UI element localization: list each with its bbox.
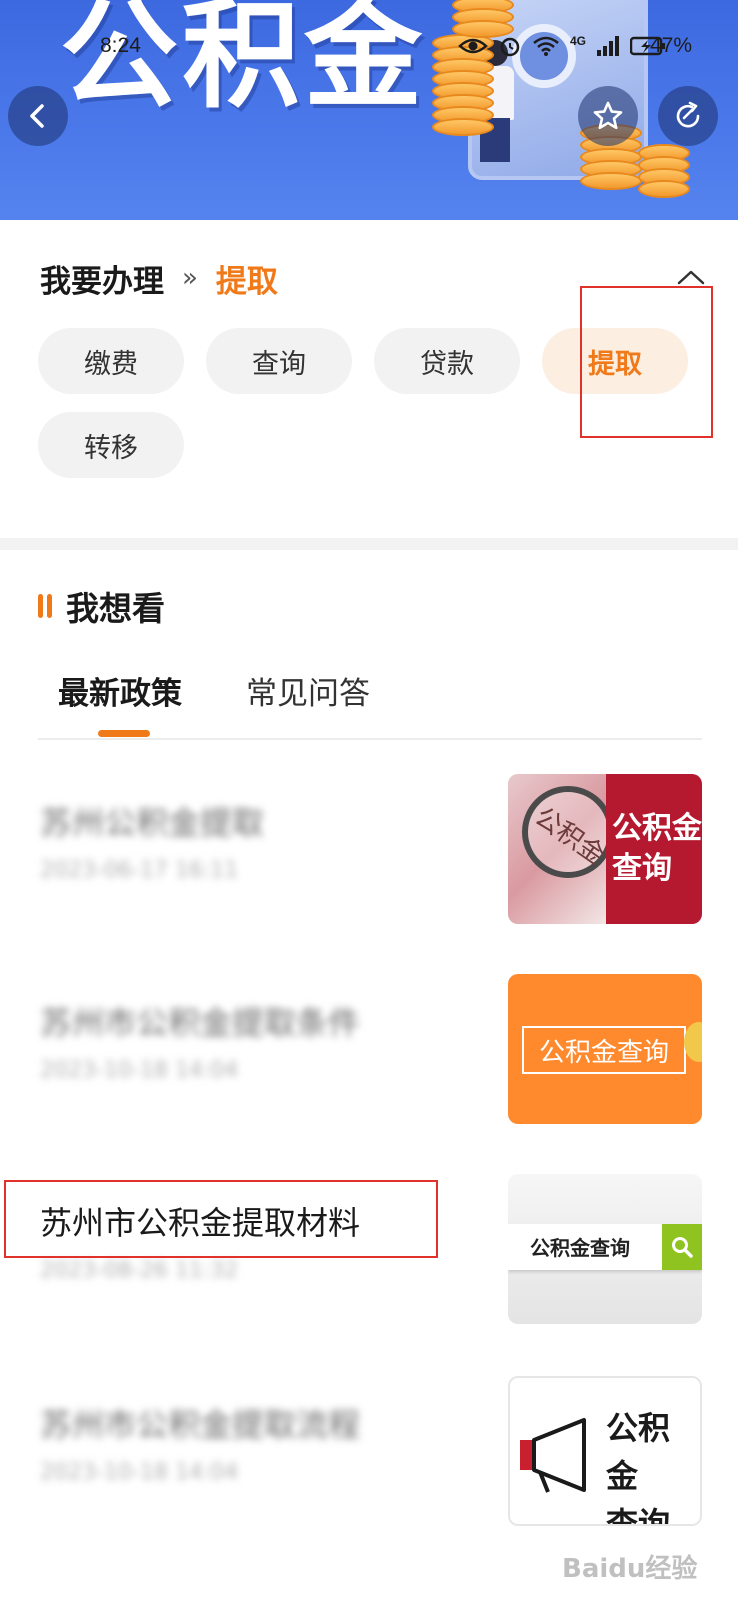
share-button[interactable]: [658, 86, 718, 146]
article-date: 2023-10-18 14:04: [40, 1058, 239, 1083]
list-item[interactable]: 苏州市公积金提取流程 2023-10-18 14:04 公积金 查询: [0, 1376, 738, 1526]
handle-label: 我要办理: [40, 263, 164, 300]
article-thumbnail: 公积金查询: [508, 1174, 702, 1324]
article-thumbnail: 公积金查询: [508, 974, 702, 1124]
back-button[interactable]: [8, 86, 68, 146]
header-banner: 公积金 8:24 4G 47%: [0, 0, 738, 220]
eye-icon: [458, 38, 488, 54]
network-type: 4G: [570, 34, 587, 48]
option-transfer[interactable]: 转移: [38, 412, 184, 478]
content-tabs: 最新政策 常见问答: [38, 662, 702, 740]
chevron-up-icon[interactable]: [676, 268, 706, 286]
option-query[interactable]: 查询: [206, 328, 352, 394]
list-item[interactable]: 苏州市公积金提取条件 2023-10-18 14:04 公积金查询: [0, 974, 738, 1124]
battery-percent: 47%: [650, 34, 693, 57]
article-title: 苏州市公积金提取流程: [40, 1406, 361, 1444]
option-loan[interactable]: 贷款: [374, 328, 520, 394]
status-bar: 8:24 4G 47%: [0, 30, 738, 62]
thumb-text: 公积金查询: [522, 1026, 686, 1074]
signal-icon: [597, 36, 620, 56]
tab-latest-policy[interactable]: 最新政策: [58, 668, 182, 713]
coin-stack-illustration: [638, 144, 690, 198]
status-icons: 4G: [458, 30, 666, 62]
thumb-text: 查询: [612, 851, 672, 886]
thumb-text: 查询: [606, 1505, 671, 1526]
section-marker-icon: [38, 594, 52, 618]
thumb-text: 公积金: [612, 810, 702, 846]
option-pay[interactable]: 缴费: [38, 328, 184, 394]
megaphone-icon: [520, 1418, 586, 1493]
chevron-left-icon: [30, 104, 44, 128]
double-chevron-icon: »: [182, 263, 198, 293]
watermark-logo: Baidu经验: [562, 1554, 698, 1584]
share-icon: [676, 101, 700, 128]
article-date: 2023-08-26 11:32: [40, 1258, 239, 1283]
favorite-button[interactable]: [578, 86, 638, 146]
thumb-text: 公积金: [606, 1409, 671, 1495]
want-to-see-title: 我想看: [66, 589, 165, 628]
article-thumbnail: 公积金 查询: [508, 1376, 702, 1526]
handle-header: 我要办理 » 提取: [40, 256, 278, 300]
thumb-text: 公积金查询: [530, 1236, 630, 1260]
article-date: 2023-06-17 16:11: [40, 858, 239, 883]
section-divider: [0, 538, 738, 550]
article-title: 苏州公积金提取: [40, 804, 265, 842]
article-title: 苏州市公积金提取条件: [40, 1004, 361, 1042]
status-time: 8:24: [100, 34, 141, 57]
coin-icon: [684, 1022, 702, 1062]
search-icon: [672, 1237, 693, 1258]
alarm-icon: [500, 37, 520, 57]
wifi-icon: [533, 36, 559, 56]
article-date: 2023-10-18 14:04: [40, 1460, 239, 1485]
highlight-box-withdraw: [580, 286, 713, 438]
article-thumbnail: 公积金 公积金 查询: [508, 774, 702, 924]
tab-faq[interactable]: 常见问答: [246, 668, 370, 713]
want-to-see-header: 我想看: [38, 584, 165, 628]
star-icon: [593, 101, 623, 130]
active-tab-indicator: [98, 730, 150, 737]
list-item[interactable]: 苏州公积金提取 2023-06-17 16:11 公积金 公积金 查询: [0, 774, 738, 924]
handle-current: 提取: [215, 263, 278, 300]
highlight-box-article: [4, 1180, 438, 1258]
